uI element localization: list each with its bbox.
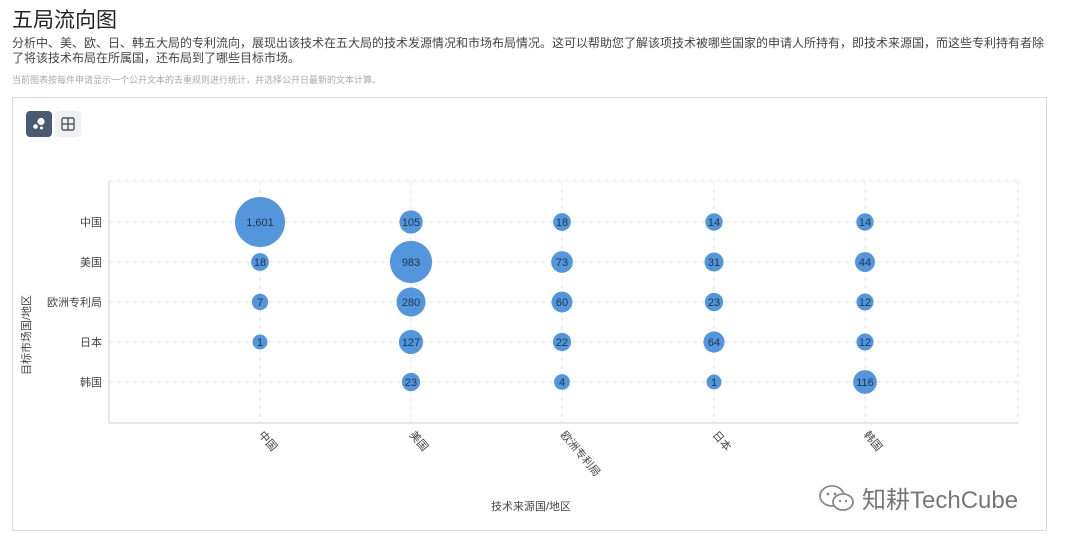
- bubble-value-label: 44: [859, 257, 871, 269]
- x-tick-label: 美国: [407, 429, 431, 454]
- bubble-value-label: 23: [708, 297, 720, 309]
- bubble-value-label: 4: [559, 377, 565, 389]
- y-axis-title: 目标市场国/地区: [19, 295, 33, 375]
- x-axis-title: 技术来源国/地区: [491, 499, 571, 513]
- bubble-value-label: 116: [856, 377, 874, 389]
- page-title: 五局流向图: [12, 9, 117, 32]
- bubble-value-label: 60: [556, 297, 568, 309]
- x-tick-label: 欧洲专利局: [558, 428, 604, 479]
- bubble-value-label: 7: [257, 297, 263, 309]
- y-tick-label: 欧洲专利局: [47, 295, 102, 309]
- watermark: 知耕TechCube: [818, 480, 1018, 515]
- bubble-value-label: 14: [708, 217, 720, 229]
- chart-panel: 中国 美国 欧洲专利局 日本 韩国 中国 美国 欧洲专利局 日本 韩国 1,601 105 18 14 1…: [12, 97, 1047, 531]
- bubble-value-label: 983: [402, 257, 420, 269]
- y-tick-label: 韩国: [80, 375, 102, 389]
- bubble-value-label: 12: [859, 297, 871, 309]
- y-tick-label: 美国: [80, 256, 102, 269]
- x-tick-label: 韩国: [861, 428, 886, 454]
- bubble-value-label: 73: [556, 257, 568, 269]
- bubble-value-label: 105: [402, 217, 420, 229]
- bubble-value-label: 22: [556, 337, 568, 349]
- bubble-value-label: 1,601: [246, 217, 274, 229]
- watermark-text: 知耕TechCube: [862, 487, 1019, 514]
- bubble-value-label: 1: [711, 377, 717, 389]
- bubble-value-label: 127: [402, 337, 420, 349]
- bubble-chart: 中国美国欧洲专利局日本韩国中国 美国 欧洲专利局 日本 韩国 1,601 105 18 14 1…: [19, 180, 1019, 513]
- statistics-note: 当前图表按每件申请显示一个公开文本的去重规则进行统计，并选择公开日最新的文本计算…: [12, 75, 382, 85]
- page-description: 分析中、美、欧、日、韩五大局的专利流向，展现出该技术在五大局的技术发源情况和市场…: [12, 36, 1045, 65]
- bubble-value-label: 1: [257, 337, 263, 349]
- bubble-value-label: 280: [402, 297, 420, 309]
- bubble-value-label: 23: [405, 377, 417, 389]
- bubble-value-label: 31: [708, 257, 720, 269]
- bubble-value-label: 14: [859, 217, 871, 229]
- y-tick-label: 中国: [80, 216, 102, 229]
- x-tick-label: 日本: [710, 428, 735, 454]
- bubble-value-label: 64: [708, 337, 720, 349]
- wechat-icon: [819, 484, 854, 511]
- bubble-value-label: 12: [859, 337, 871, 349]
- x-tick-label: 中国: [256, 429, 280, 454]
- bubble-value-label: 18: [254, 257, 266, 269]
- y-tick-label: 日本: [80, 335, 102, 349]
- bubble-value-label: 18: [556, 217, 568, 229]
